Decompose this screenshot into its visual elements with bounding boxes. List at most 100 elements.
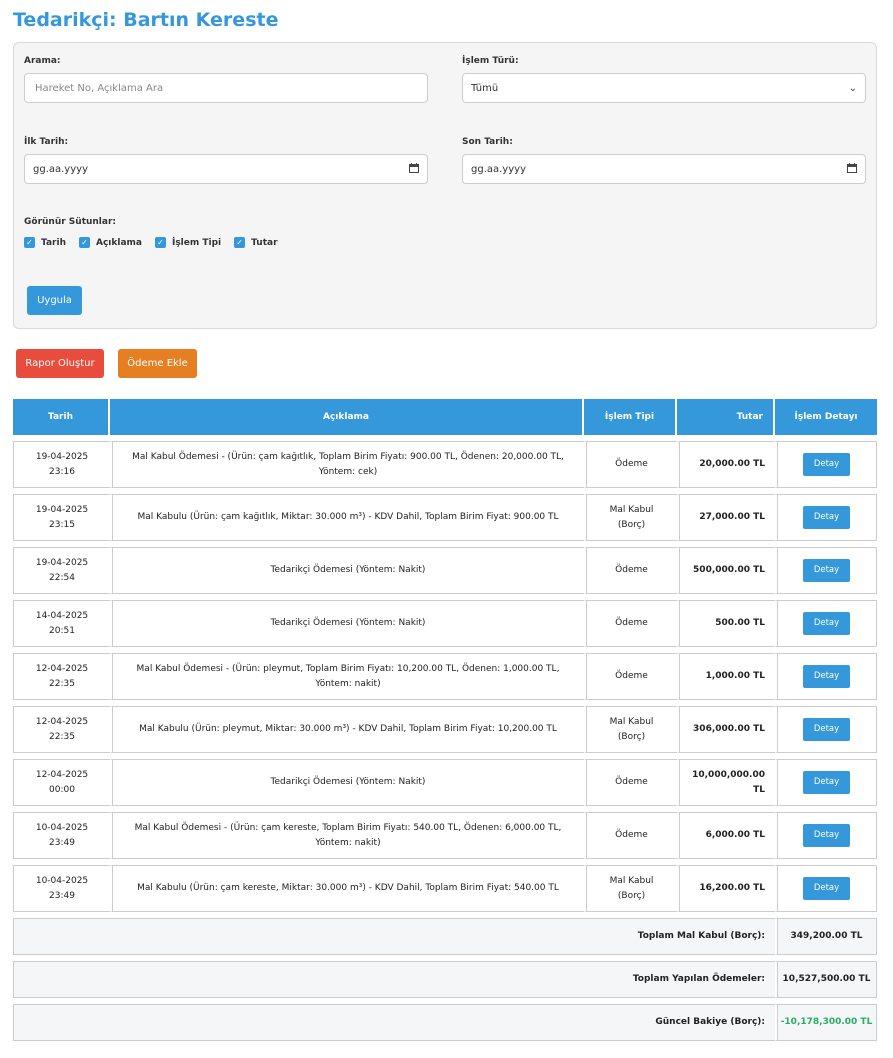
table-row: 10-04-2025 23:49 Mal Kabulu (Ürün: çam ke… <box>13 865 877 912</box>
check-icon: ✓ <box>78 237 90 248</box>
cell-amount: 20,000.00 TL <box>677 441 775 488</box>
search-field[interactable] <box>24 73 428 103</box>
end-date-input[interactable]: gg.aa.yyyy <box>462 154 866 184</box>
column-checkboxes: ✓ Tarih ✓ Açıklama ✓ İşlem Tipi ✓ Tutar <box>24 237 291 248</box>
col-header-islem-tipi[interactable]: İşlem Tipi <box>584 399 677 435</box>
add-payment-button[interactable]: Ödeme Ekle <box>118 349 197 378</box>
cell-type: Mal Kabul (Borç) <box>584 865 677 912</box>
checkbox-aciklama[interactable]: ✓ Açıklama <box>78 237 142 248</box>
checkbox-tutar[interactable]: ✓ Tutar <box>234 237 278 248</box>
cell-description: Mal Kabulu (Ürün: çam kağıtlık, Miktar: … <box>110 494 584 541</box>
summary-row-receipts: Toplam Mal Kabul (Borç): 349,200.00 TL <box>13 918 877 955</box>
columns-label: Görünür Sütunlar: <box>24 217 117 227</box>
checkbox-islem-tipi[interactable]: ✓ İşlem Tipi <box>154 237 221 248</box>
detail-button[interactable]: Detay <box>802 718 851 741</box>
summary-value: 349,200.00 TL <box>775 918 877 955</box>
detail-button[interactable]: Detay <box>802 824 851 847</box>
cell-detail: Detay <box>775 865 877 912</box>
detail-button[interactable]: Detay <box>802 771 851 794</box>
col-header-aciklama[interactable]: Açıklama <box>110 399 584 435</box>
cell-description: Tedarikçi Ödemesi (Yöntem: Nakit) <box>110 759 584 806</box>
cell-amount: 500.00 TL <box>677 600 775 647</box>
balance-value: -10,178,300.00 TL <box>775 1004 877 1041</box>
start-date-input[interactable]: gg.aa.yyyy <box>24 154 428 184</box>
col-header-tarih[interactable]: Tarih <box>13 399 110 435</box>
cell-detail: Detay <box>775 600 877 647</box>
cell-description: Mal Kabul Ödemesi - (Ürün: pleymut, Topl… <box>110 653 584 700</box>
transactions-table: Tarih Açıklama İşlem Tipi Tutar İşlem De… <box>13 393 877 1047</box>
table-row: 19-04-2025 22:54 Tedarikçi Ödemesi (Yönte… <box>13 547 877 594</box>
cell-description: Tedarikçi Ödemesi (Yöntem: Nakit) <box>110 600 584 647</box>
search-input[interactable] <box>33 81 419 95</box>
start-date-label: İlk Tarih: <box>24 137 69 147</box>
cell-description: Mal Kabulu (Ürün: pleymut, Miktar: 30.00… <box>110 706 584 753</box>
table-row: 19-04-2025 23:16 Mal Kabul Ödemesi - (Ürü… <box>13 441 877 488</box>
calendar-icon[interactable] <box>847 162 857 176</box>
calendar-icon[interactable] <box>409 162 419 176</box>
cell-type: Ödeme <box>584 653 677 700</box>
cell-date: 10-04-2025 23:49 <box>13 865 110 912</box>
cell-description: Mal Kabul Ödemesi - (Ürün: çam kağıtlık,… <box>110 441 584 488</box>
cell-date: 19-04-2025 23:15 <box>13 494 110 541</box>
cell-type: Ödeme <box>584 812 677 859</box>
start-date-value: gg.aa.yyyy <box>33 163 88 175</box>
col-header-tutar[interactable]: Tutar <box>677 399 775 435</box>
cell-amount: 500,000.00 TL <box>677 547 775 594</box>
table-row: 14-04-2025 20:51 Tedarikçi Ödemesi (Yönte… <box>13 600 877 647</box>
detail-button[interactable]: Detay <box>802 612 851 635</box>
table-row: 12-04-2025 00:00 Tedarikçi Ödemesi (Yönte… <box>13 759 877 806</box>
detail-button[interactable]: Detay <box>802 665 851 688</box>
cell-date: 12-04-2025 00:00 <box>13 759 110 806</box>
cell-type: Ödeme <box>584 547 677 594</box>
cell-type: Ödeme <box>584 441 677 488</box>
cell-type: Ödeme <box>584 759 677 806</box>
cell-description: Tedarikçi Ödemesi (Yöntem: Nakit) <box>110 547 584 594</box>
cell-type: Mal Kabul (Borç) <box>584 494 677 541</box>
apply-button[interactable]: Uygula <box>27 286 82 315</box>
check-icon: ✓ <box>154 237 166 248</box>
cell-date: 12-04-2025 22:35 <box>13 706 110 753</box>
cell-detail: Detay <box>775 494 877 541</box>
cell-date: 10-04-2025 23:49 <box>13 812 110 859</box>
cell-amount: 10,000,000.00 TL <box>677 759 775 806</box>
summary-label: Güncel Bakiye (Borç): <box>13 1004 775 1041</box>
cell-amount: 16,200.00 TL <box>677 865 775 912</box>
table-header: Tarih Açıklama İşlem Tipi Tutar İşlem De… <box>13 399 877 435</box>
type-label: İşlem Türü: <box>462 56 519 66</box>
cell-amount: 6,000.00 TL <box>677 812 775 859</box>
detail-button[interactable]: Detay <box>802 453 851 476</box>
detail-button[interactable]: Detay <box>802 506 851 529</box>
report-button[interactable]: Rapor Oluştur <box>16 349 104 378</box>
cell-detail: Detay <box>775 547 877 594</box>
summary-label: Toplam Yapılan Ödemeler: <box>13 961 775 998</box>
end-date-value: gg.aa.yyyy <box>471 163 526 175</box>
filter-panel: Arama: İşlem Türü: Tümü ⌄ İlk Tarih: gg.… <box>13 42 877 329</box>
table-row: 10-04-2025 23:49 Mal Kabul Ödemesi - (Ürü… <box>13 812 877 859</box>
end-date-label: Son Tarih: <box>462 137 513 147</box>
table-row: 12-04-2025 22:35 Mal Kabulu (Ürün: pleymu… <box>13 706 877 753</box>
cell-date: 19-04-2025 22:54 <box>13 547 110 594</box>
type-select-value: Tümü <box>471 82 499 94</box>
cell-type: Ödeme <box>584 600 677 647</box>
detail-button[interactable]: Detay <box>802 877 851 900</box>
detail-button[interactable]: Detay <box>802 559 851 582</box>
chevron-down-icon: ⌄ <box>848 82 857 94</box>
check-icon: ✓ <box>24 237 35 248</box>
checkbox-tarih[interactable]: ✓ Tarih <box>24 237 66 248</box>
cell-amount: 27,000.00 TL <box>677 494 775 541</box>
summary-label: Toplam Mal Kabul (Borç): <box>13 918 775 955</box>
table-row: 12-04-2025 22:35 Mal Kabul Ödemesi - (Ürü… <box>13 653 877 700</box>
summary-row-balance: Güncel Bakiye (Borç): -10,178,300.00 TL <box>13 1004 877 1041</box>
summary-value: 10,527,500.00 TL <box>775 961 877 998</box>
cell-detail: Detay <box>775 759 877 806</box>
cell-type: Mal Kabul (Borç) <box>584 706 677 753</box>
cell-detail: Detay <box>775 706 877 753</box>
cell-amount: 1,000.00 TL <box>677 653 775 700</box>
summary-row-payments: Toplam Yapılan Ödemeler: 10,527,500.00 T… <box>13 961 877 998</box>
cell-description: Mal Kabul Ödemesi - (Ürün: çam kereste, … <box>110 812 584 859</box>
cell-description: Mal Kabulu (Ürün: çam kereste, Miktar: 3… <box>110 865 584 912</box>
type-select[interactable]: Tümü ⌄ <box>462 73 866 103</box>
page-title: Tedarikçi: Bartın Kereste <box>13 9 279 31</box>
cell-date: 14-04-2025 20:51 <box>13 600 110 647</box>
col-header-islem-detayi: İşlem Detayı <box>775 399 877 435</box>
